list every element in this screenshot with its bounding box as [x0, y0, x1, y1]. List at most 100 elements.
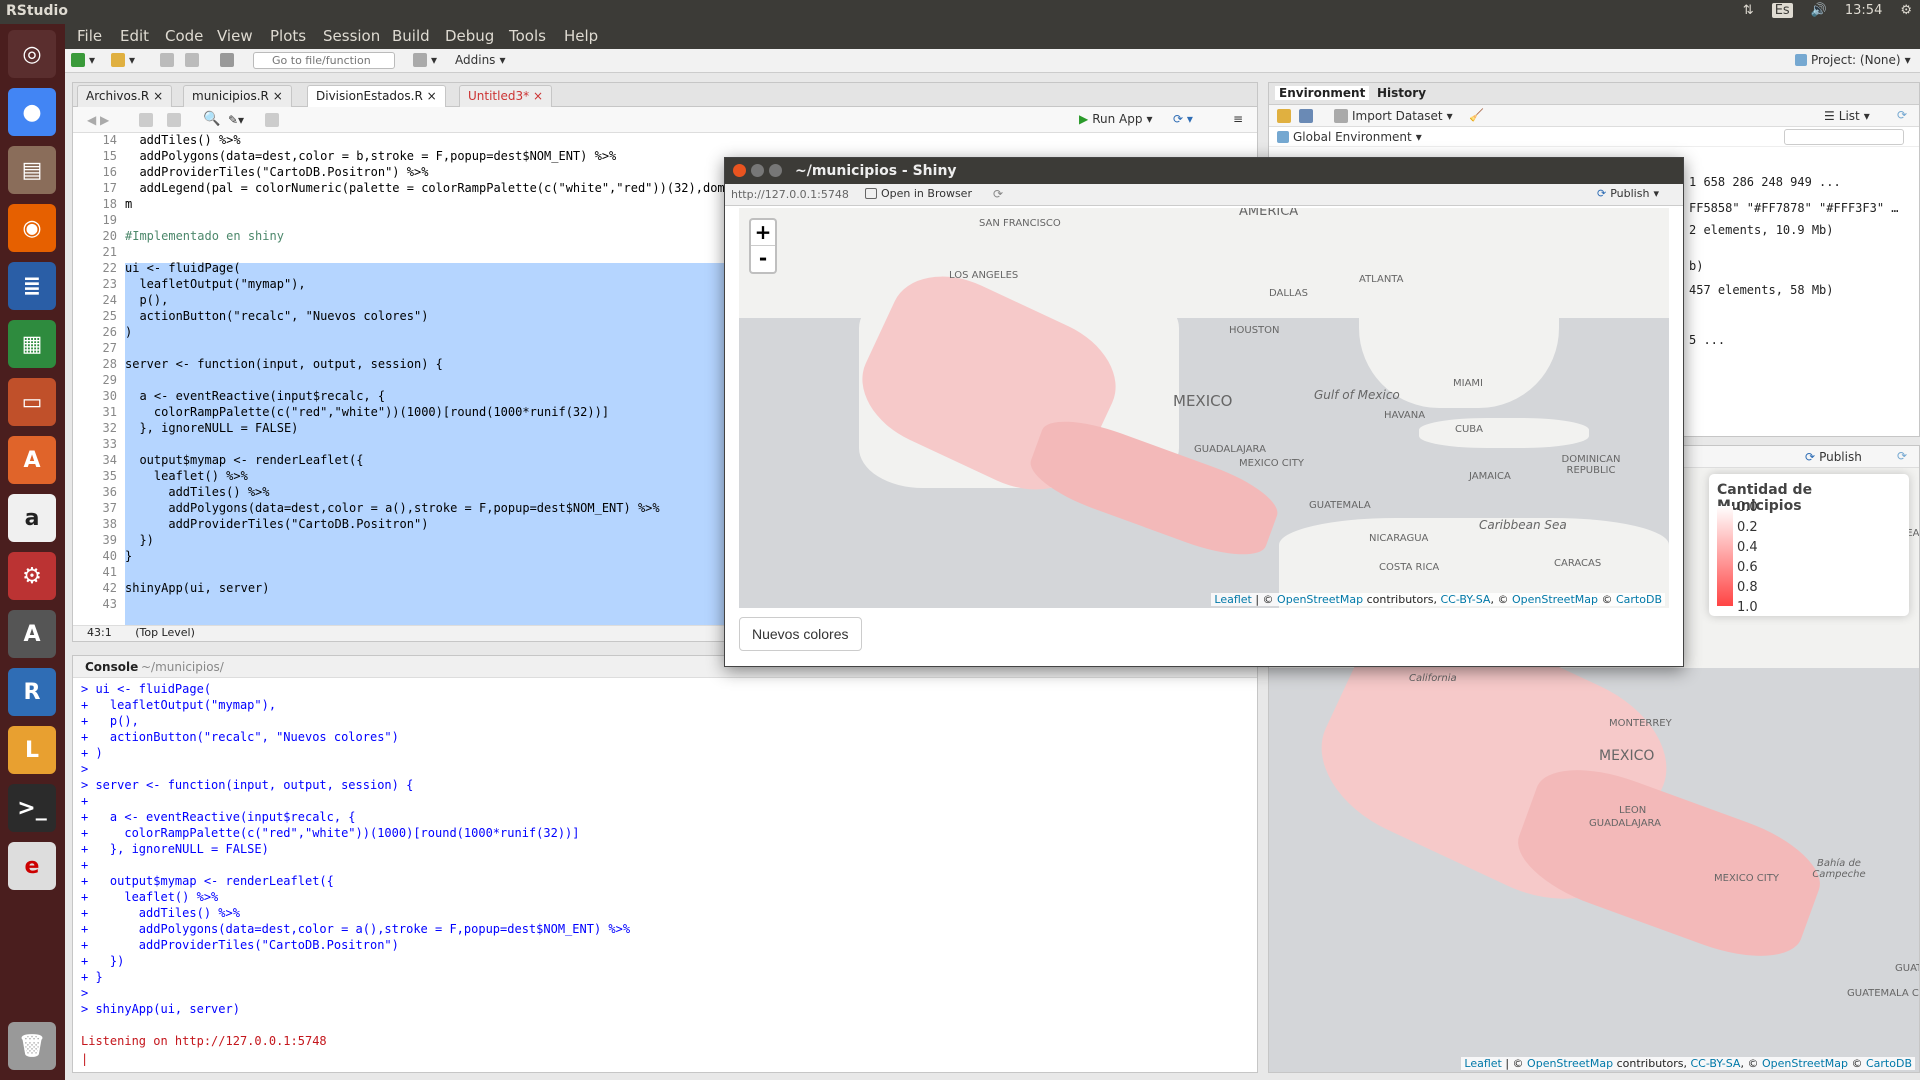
zoom-in-button[interactable]: + [751, 220, 775, 246]
system-settings-icon[interactable]: ⚙ [8, 552, 56, 600]
menu-plots[interactable]: Plots [270, 27, 306, 45]
evince-icon[interactable]: e [8, 842, 56, 890]
terminal-icon[interactable]: >_ [8, 784, 56, 832]
close-icon[interactable]: × [533, 89, 543, 103]
close-window-icon[interactable] [733, 164, 746, 177]
load-workspace-icon[interactable] [1277, 109, 1291, 123]
viewer-publish-button[interactable]: ⟳ Publish [1805, 450, 1862, 464]
zoom-out-button[interactable]: - [751, 246, 775, 272]
code-tools-icon[interactable]: ✎▾ [228, 113, 244, 127]
tab-archivos[interactable]: Archivos.R × [77, 85, 173, 107]
minimize-window-icon[interactable] [751, 164, 764, 177]
clock[interactable]: 13:54 [1845, 3, 1882, 18]
leaflet-link[interactable]: Leaflet [1464, 1057, 1501, 1070]
tab-history[interactable]: History [1377, 86, 1426, 100]
menu-debug[interactable]: Debug [445, 27, 494, 45]
cartodb-link[interactable]: CartoDB [1616, 593, 1662, 606]
global-env-selector[interactable]: Global Environment ▾ [1277, 130, 1422, 144]
shiny-window-titlebar[interactable]: ~/municipios - Shiny [725, 158, 1683, 184]
calc-icon[interactable]: ▦ [8, 320, 56, 368]
refresh-icon[interactable]: ⟳ [1897, 449, 1907, 463]
back-arrow-icon[interactable]: ◀ ▶ [87, 113, 109, 127]
ubuntu-dash-icon[interactable]: ◎ [8, 30, 56, 78]
close-icon[interactable]: × [273, 89, 283, 103]
files-icon[interactable]: ▤ [8, 146, 56, 194]
refresh-icon[interactable]: ⟳ [1897, 108, 1907, 122]
software-center-icon[interactable]: A [8, 436, 56, 484]
menu-file[interactable]: File [77, 27, 102, 45]
reload-icon[interactable]: ⟳ [993, 187, 1003, 201]
env-search-input[interactable] [1784, 129, 1904, 145]
tab-environment[interactable]: Environment [1275, 86, 1370, 100]
save-workspace-icon[interactable] [1299, 109, 1313, 123]
updater-icon[interactable]: A [8, 610, 56, 658]
env-value[interactable]: 2 elements, 10.9 Mb) [1689, 223, 1834, 237]
grid-layout-icon[interactable]: ▾ [413, 53, 437, 67]
run-app-button[interactable]: ▶ Run App ▾ [1079, 112, 1153, 126]
outline-icon[interactable]: ≡ [1233, 112, 1243, 126]
publish-icon[interactable]: ⟳ ▾ [1173, 112, 1193, 126]
env-value[interactable]: 5 ... [1689, 333, 1725, 347]
new-file-icon[interactable]: ▾ [71, 53, 95, 67]
env-value[interactable]: 457 elements, 58 Mb) [1689, 283, 1834, 297]
maximize-window-icon[interactable] [769, 164, 782, 177]
tab-division-estados[interactable]: DivisionEstados.R × [307, 85, 446, 107]
env-value[interactable]: 1 658 286 248 949 ... [1689, 175, 1841, 189]
menu-code[interactable]: Code [165, 27, 203, 45]
settings-gear-icon[interactable]: ⚙ [1900, 3, 1912, 18]
lyx-icon[interactable]: L [8, 726, 56, 774]
menu-session[interactable]: Session [323, 27, 380, 45]
goto-file-input[interactable] [253, 52, 395, 69]
scope-selector[interactable]: (Top Level) [135, 626, 195, 639]
osm-link[interactable]: OpenStreetMap [1277, 593, 1363, 606]
keyboard-language[interactable]: Es [1771, 3, 1793, 18]
trash-icon[interactable]: 🗑 [8, 1022, 56, 1070]
osm-link-2[interactable]: OpenStreetMap [1762, 1057, 1848, 1070]
cartodb-link[interactable]: CartoDB [1866, 1057, 1912, 1070]
tab-municipios[interactable]: municipios.R × [183, 85, 292, 107]
nuevos-colores-button[interactable]: Nuevos colores [739, 617, 862, 651]
firefox-icon[interactable]: ◉ [8, 204, 56, 252]
open-browser-button[interactable]: Open in Browser [865, 187, 972, 200]
close-icon[interactable]: × [427, 89, 437, 103]
leaflet-link[interactable]: Leaflet [1214, 593, 1251, 606]
amazon-icon[interactable]: a [8, 494, 56, 542]
view-mode-menu[interactable]: ☰ List ▾ [1824, 109, 1870, 123]
osm-link[interactable]: OpenStreetMap [1527, 1057, 1613, 1070]
search-icon[interactable]: 🔍 [203, 111, 220, 127]
menu-tools[interactable]: Tools [509, 27, 546, 45]
env-value[interactable]: FF5858" "#FF7878" "#FFF3F3" … [1689, 201, 1899, 215]
network-icon[interactable]: ⇅ [1743, 3, 1754, 18]
ccbysa-link[interactable]: CC-BY-SA [1440, 593, 1490, 606]
menu-help[interactable]: Help [564, 27, 598, 45]
chrome-icon[interactable]: ● [8, 88, 56, 136]
map-label: Gulf of Mexico [1314, 388, 1400, 402]
osm-link-2[interactable]: OpenStreetMap [1512, 593, 1598, 606]
console-path[interactable]: ~/municipios/ [141, 660, 224, 674]
open-folder-icon[interactable]: ▾ [111, 53, 135, 67]
shiny-leaflet-map[interactable]: SAN FRANCISCO LOS ANGELES DALLAS ATLANTA… [739, 208, 1669, 608]
menu-edit[interactable]: Edit [120, 27, 149, 45]
menu-view[interactable]: View [217, 27, 253, 45]
rstudio-icon[interactable]: R [8, 668, 56, 716]
env-value[interactable]: b) [1689, 259, 1703, 273]
save-icon[interactable] [167, 113, 181, 127]
menu-build[interactable]: Build [392, 27, 430, 45]
show-in-window-icon[interactable] [139, 113, 153, 127]
project-menu[interactable]: Project: (None) ▾ [1795, 53, 1911, 67]
compile-report-icon[interactable] [265, 113, 279, 127]
addins-button[interactable]: Addins ▾ [455, 53, 505, 67]
shiny-publish-button[interactable]: ⟳ Publish ▾ [1597, 187, 1659, 200]
impress-icon[interactable]: ▭ [8, 378, 56, 426]
tab-untitled3[interactable]: Untitled3* × [459, 85, 552, 107]
import-dataset-button[interactable]: Import Dataset ▾ [1334, 109, 1453, 123]
print-icon[interactable] [220, 53, 234, 67]
save-all-icon[interactable] [185, 53, 199, 67]
writer-icon[interactable]: ≣ [8, 262, 56, 310]
console-title[interactable]: Console [85, 660, 138, 674]
broom-icon[interactable]: 🧹 [1469, 108, 1484, 122]
volume-icon[interactable]: 🔊 [1811, 3, 1827, 18]
ccbysa-link[interactable]: CC-BY-SA [1690, 1057, 1740, 1070]
save-icon[interactable] [160, 53, 174, 67]
close-icon[interactable]: × [153, 89, 163, 103]
